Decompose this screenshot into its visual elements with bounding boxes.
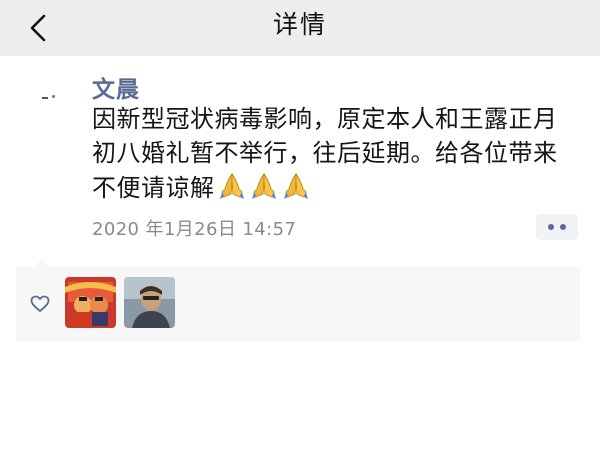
navigation-bar: 详情 (0, 0, 600, 56)
emoji-row (217, 170, 311, 200)
post-text: 因新型冠状病毒影响，原定本人和王露正月初八婚礼暂不举行，往后延期。给各位带来不便… (92, 105, 558, 202)
avatar-dot (52, 95, 55, 98)
more-dot-icon (560, 224, 566, 230)
more-actions-button[interactable] (536, 214, 578, 240)
post-timestamp: 2020 年1月26日 14:57 (92, 219, 297, 240)
liker-avatar-image (124, 277, 175, 328)
folded-hands-icon (219, 173, 244, 199)
more-dot-icon (548, 224, 554, 230)
folded-hands-icon (283, 173, 308, 199)
liker-avatar[interactable] (124, 277, 175, 328)
author-avatar[interactable] (22, 70, 76, 124)
liker-avatar[interactable] (65, 277, 116, 328)
likes-section (16, 259, 580, 341)
page-title: 详情 (272, 10, 327, 39)
liker-avatar-image (65, 277, 116, 328)
heart-icon (30, 295, 50, 312)
avatar-mark (42, 97, 48, 99)
author-name[interactable]: 文晨 (92, 70, 140, 104)
post-content: 因新型冠状病毒影响，原定本人和王露正月初八婚礼暂不举行，往后延期。给各位带来不便… (92, 102, 578, 205)
folded-hands-icon (251, 173, 276, 199)
